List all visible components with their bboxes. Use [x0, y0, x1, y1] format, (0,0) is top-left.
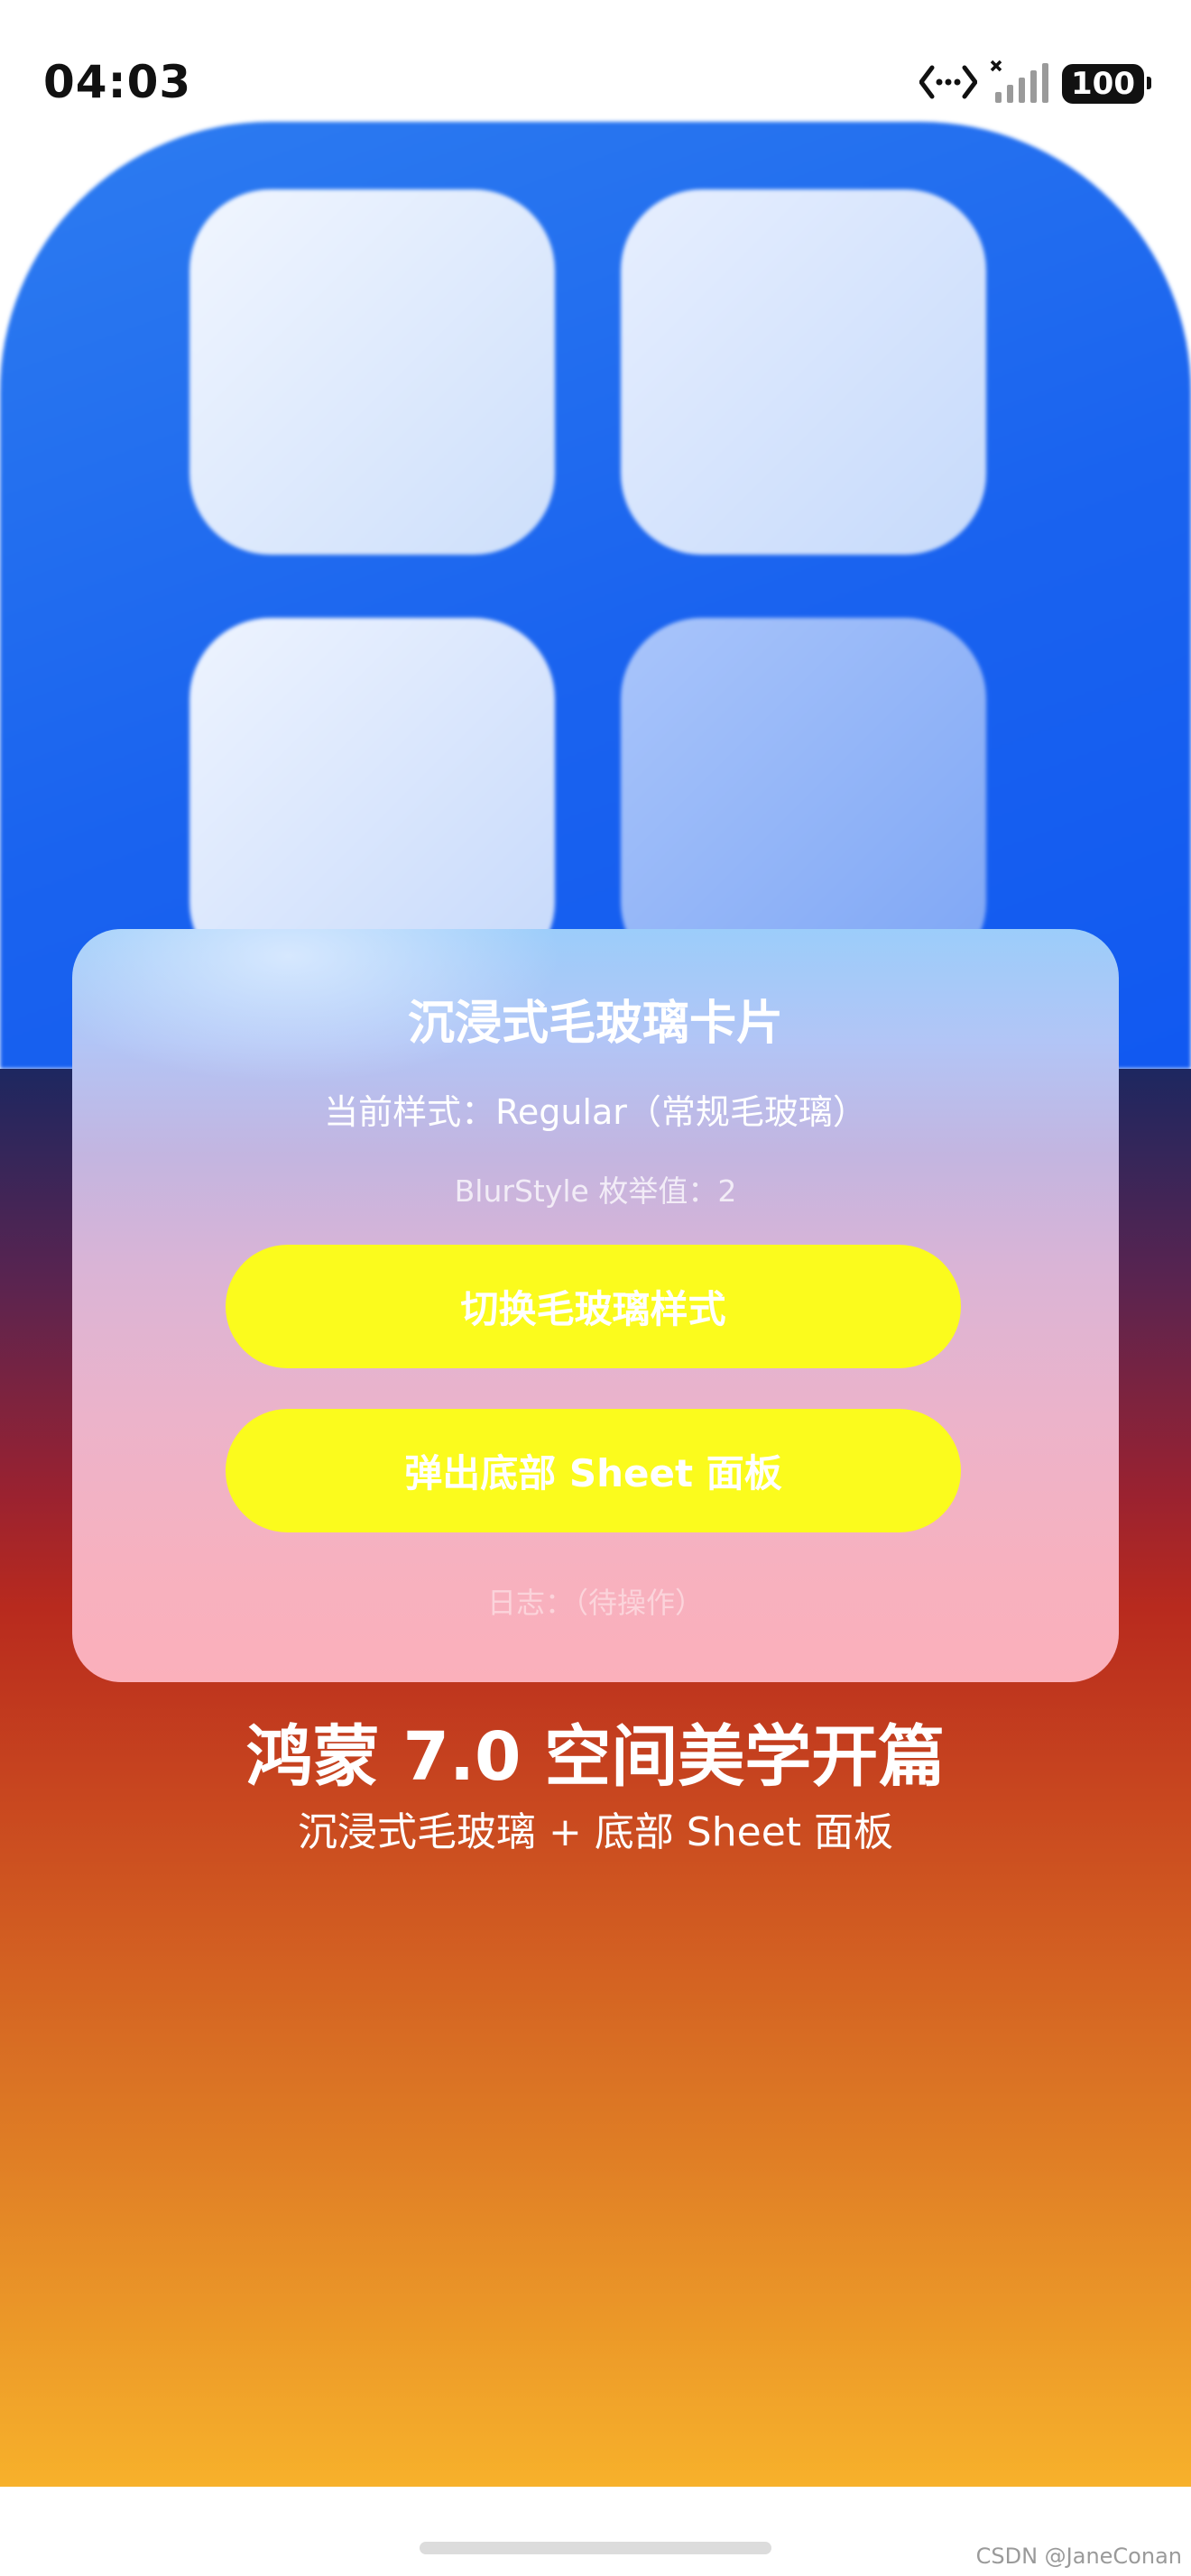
glass-card: 沉浸式毛玻璃卡片 当前样式：Regular（常规毛玻璃） BlurStyle 枚…: [72, 929, 1119, 1682]
status-bar: 04:03 100: [0, 0, 1191, 122]
status-icons: 100: [919, 60, 1151, 108]
icon-tile: [189, 189, 555, 555]
page-title: 鸿蒙 7.0 空间美学开篇: [245, 1718, 946, 1796]
switch-blur-style-button[interactable]: 切换毛玻璃样式: [226, 1245, 961, 1368]
blur-enum-text: BlurStyle 枚举值：2: [454, 1173, 737, 1209]
watermark: CSDN @JaneConan: [975, 2544, 1182, 2569]
open-bottom-sheet-button[interactable]: 弹出底部 Sheet 面板: [226, 1409, 961, 1532]
battery-icon: 100: [1062, 64, 1151, 104]
page-subtitle: 沉浸式毛玻璃 + 底部 Sheet 面板: [297, 1809, 894, 1855]
icon-tile: [621, 189, 986, 555]
signal-icon: [990, 60, 1049, 108]
log-text: 日志：（待操作）: [486, 1586, 704, 1620]
data-transfer-icon: [919, 62, 978, 106]
status-time: 04:03: [43, 56, 192, 108]
home-indicator[interactable]: [420, 2542, 771, 2554]
card-title: 沉浸式毛玻璃卡片: [407, 997, 783, 1051]
background-app-icon: [0, 122, 1191, 1069]
current-style-text: 当前样式：Regular（常规毛玻璃）: [324, 1092, 867, 1132]
